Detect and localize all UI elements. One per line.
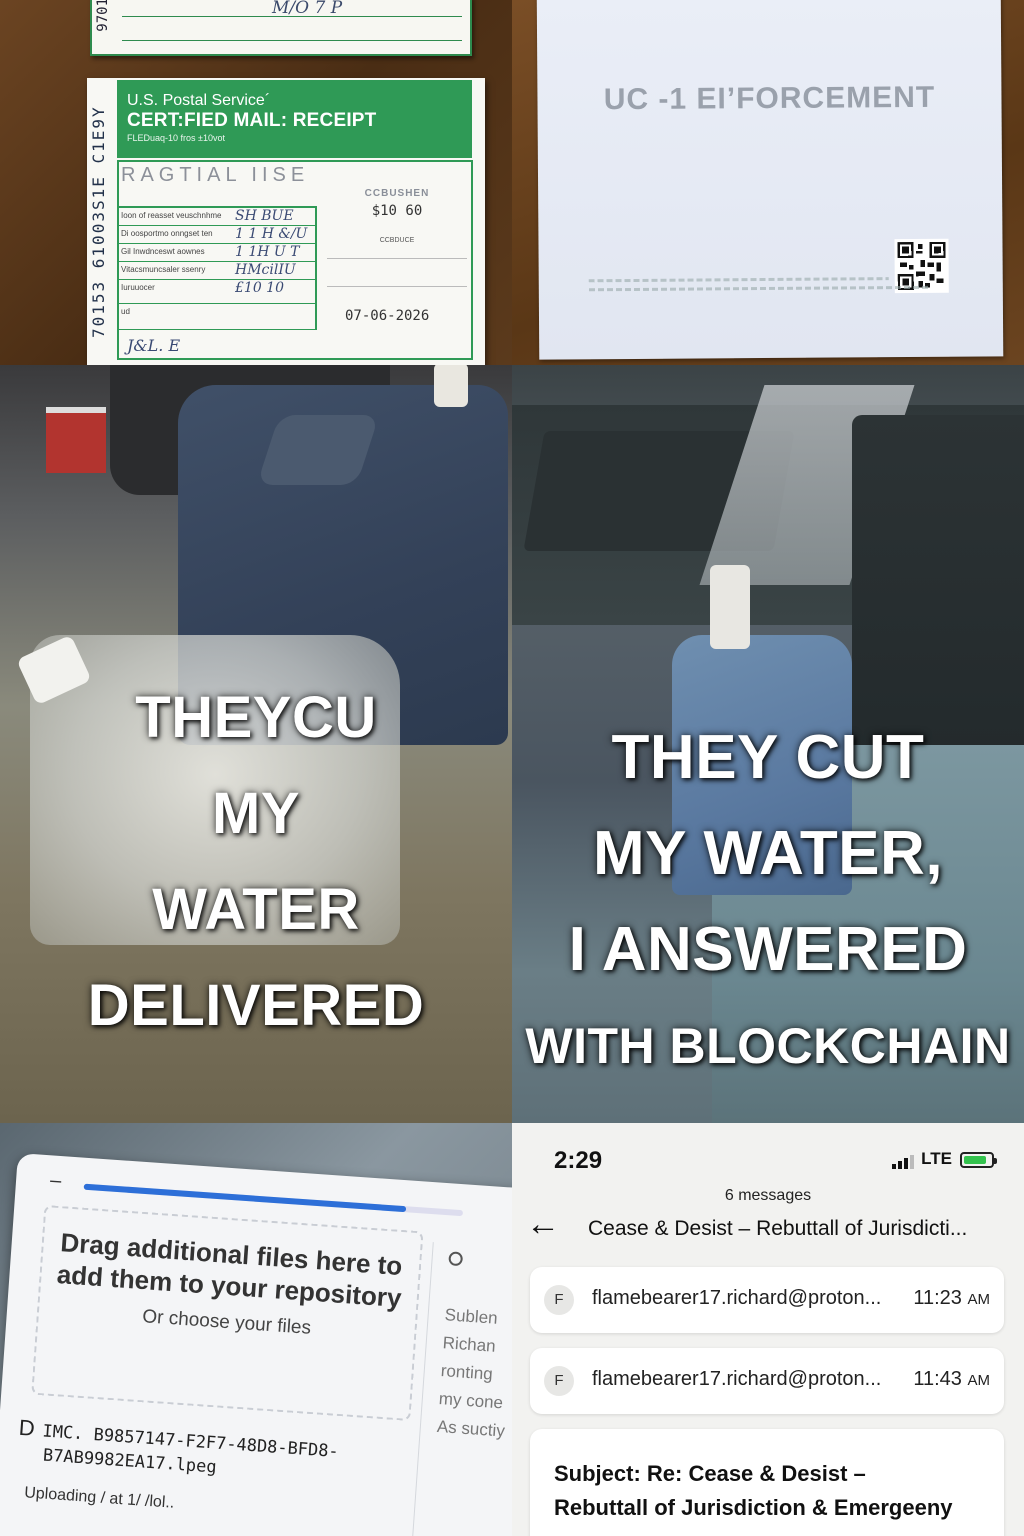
message-sender: flamebearer17.richard@proton... [592, 1287, 882, 1309]
certified-mail-receipt: 70153 61003S1E C1E9Y U.S. Postal Service… [87, 78, 485, 365]
open-message-subject-cont: Rebuttall of Jurisdiction & Emergeeny [554, 1495, 953, 1520]
receipt-row: Vitacsmuncsaler ssenry HMcilIU [117, 262, 317, 280]
receipt-row: ud [117, 304, 317, 330]
caption-line: WATER [152, 877, 360, 942]
divider [122, 40, 462, 41]
caption-line: THEYCU [135, 685, 377, 750]
upload-screen-photo: – Drag additional files here to add them… [0, 1123, 512, 1536]
message-count: 6 messages [724, 1187, 812, 1204]
water-jug-photo: THEYCU MY WATER DELIVERED [0, 365, 512, 1123]
minimize-icon[interactable]: – [49, 1169, 62, 1193]
receipt-row-label: Gil Inwdnceswt aownes [121, 247, 205, 256]
radio-icon[interactable] [448, 1251, 464, 1267]
side-pane-text: my cone [438, 1388, 504, 1413]
message-time: 11:23 AM [913, 1287, 990, 1309]
message-sender: flamebearer17.richard@proton... [592, 1368, 882, 1390]
letter-title: UC ‑1 EI’FORCEMENT [603, 80, 936, 117]
receipt-header-usps: U.S. Postal Service´ [127, 92, 271, 109]
receipt-date: 07-06-2026 [345, 308, 430, 324]
battery-level [964, 1156, 987, 1164]
receipt-row: Di oosportmo onngset ten 1 1 H &/U [117, 226, 317, 244]
receipt-row-label: Iuruuocer [121, 283, 155, 292]
receipt-stub-code: 9701 [95, 0, 111, 32]
receipt-row: Gil Inwdnceswt aownes 1 1H U T [117, 244, 317, 262]
receipt-total-amount: $10 60 [371, 203, 423, 219]
open-message-subject: Subject: Re: Cease & Desist – [554, 1461, 866, 1486]
receipt-row: Ioon of reasset veuschnhme SH BUE [117, 208, 317, 226]
letter-photo: UC ‑1 EI’FORCEMENT [512, 0, 1024, 365]
upload-status: Uploading / at 1/ /lol.. [23, 1484, 175, 1512]
letter-fine-print [588, 285, 929, 292]
caption-line: MY WATER, [592, 819, 944, 888]
receipt-postmark: CCBUSHEN $10 60 CCBDUCE [322, 188, 472, 244]
commit-side-pane: Sublen Richan ronting my cone As suctiy [409, 1242, 512, 1536]
receipt-row-label: Vitacsmuncsaler ssenry [121, 265, 206, 274]
receipt-stub: 9701 M/O 7 P [90, 0, 472, 56]
receipt-row-hand: SH BUE [235, 208, 294, 224]
receipt-header-title: CERT:FIED MAIL: RECEIPT [127, 110, 377, 131]
message-row[interactable]: F flamebearer17.richard@proton... 11:23 … [530, 1267, 1004, 1333]
open-message[interactable]: Subject: Re: Cease & Desist – Rebuttall … [530, 1429, 1004, 1536]
side-pane-text: As suctiy [436, 1416, 506, 1441]
message-time: 11:43 AM [913, 1368, 990, 1390]
thread-subject: Cease & Desist – Rebuttall of Jurisdicti… [588, 1217, 968, 1240]
jug-handle [256, 415, 380, 485]
email-thread-screen: 2:29 LTE 6 messages ← Cease & Desist – R… [512, 1123, 1024, 1536]
red-bin [46, 407, 106, 473]
receipt-photo: 9701 M/O 7 P 70153 61003S1E C1E9Y U.S. P… [0, 0, 512, 365]
message-row[interactable]: F flamebearer17.richard@proton... 11:43 … [530, 1348, 1004, 1414]
jug-caption: THEYCU MY WATER DELIVERED [0, 670, 512, 1054]
avatar: F [544, 1285, 574, 1315]
dropzone-title: Drag additional files here to add them t… [55, 1227, 404, 1314]
caption-line: WITH BLOCKCHAIN [525, 1018, 1011, 1074]
thread-header: 6 messages ← Cease & Desist – Rebuttall … [512, 1187, 1024, 1241]
receipt-signature: J&L. E [127, 336, 181, 355]
battery-icon [960, 1152, 997, 1168]
divider [122, 16, 462, 17]
status-bar: 2:29 LTE [512, 1143, 1024, 1174]
caption-line: I ANSWERED [568, 915, 968, 984]
receipt-row-label: Ioon of reasset veuschnhme [121, 211, 222, 220]
receipt-tracking-number: 70153 61003S1E C1E9Y [89, 105, 108, 339]
side-pane-text: Richan [442, 1333, 497, 1356]
uploading-file: D IMC. B9857147-F2F7-48D8-BFD8- B7AB9982E… [16, 1414, 339, 1488]
receipt-row-hand: HMcilIU [235, 262, 296, 278]
file-dropzone[interactable]: Drag additional files here to add them t… [31, 1204, 424, 1422]
network-label: LTE [921, 1149, 952, 1168]
receipt-row-label: ud [121, 307, 130, 316]
side-pane-text: Sublen [444, 1305, 499, 1328]
enforcement-letter: UC ‑1 EI’FORCEMENT [536, 0, 1004, 360]
avatar: F [544, 1366, 574, 1396]
jug-spout [710, 565, 750, 649]
divider [327, 258, 467, 259]
caption-line: MY [212, 781, 300, 846]
divider [327, 286, 467, 287]
status-time: 2:29 [554, 1147, 603, 1174]
receipt-row-label: Di oosportmo onngset ten [121, 229, 213, 238]
arrow-left-icon[interactable]: ← [526, 1207, 560, 1241]
receipt-header: U.S. Postal Service´ CERT:FIED MAIL: REC… [117, 80, 472, 158]
receipt-postmark-label: CCBUSHEN [364, 188, 430, 199]
signal-icon [892, 1155, 914, 1169]
caption-line: DELIVERED [87, 973, 425, 1038]
receipt-row-hand: 1 1 H &/U [235, 226, 308, 242]
receipt-row-hand: 1 1H U T [235, 244, 300, 260]
side-pane-text: ronting [440, 1361, 494, 1384]
receipt-fee-grid: Ioon of reasset veuschnhme SH BUE Di oosp… [117, 206, 317, 330]
car-caption: THEY CUT MY WATER, I ANSWERED WITH BLOCK… [512, 710, 1024, 1094]
receipt-row-hand: £10 10 [235, 280, 284, 296]
caption-line: THEY CUT [611, 723, 925, 792]
receipt-row: Iuruuocer £10 10 [117, 280, 317, 304]
receipt-banner: RAGTIAL IISE [121, 164, 310, 186]
car-jug-photo: THEY CUT MY WATER, I ANSWERED WITH BLOCK… [512, 365, 1024, 1123]
upload-progress-fill [83, 1183, 407, 1213]
letter-fine-print [588, 277, 889, 283]
upload-dialog: – Drag additional files here to add them… [0, 1153, 512, 1536]
jug-spout [434, 365, 468, 407]
receipt-header-sub: FLEDuaq-10 fros ±10vot [127, 133, 225, 143]
file-icon: D [18, 1414, 36, 1441]
receipt-postmark-label2: CCBDUCE [379, 237, 415, 244]
